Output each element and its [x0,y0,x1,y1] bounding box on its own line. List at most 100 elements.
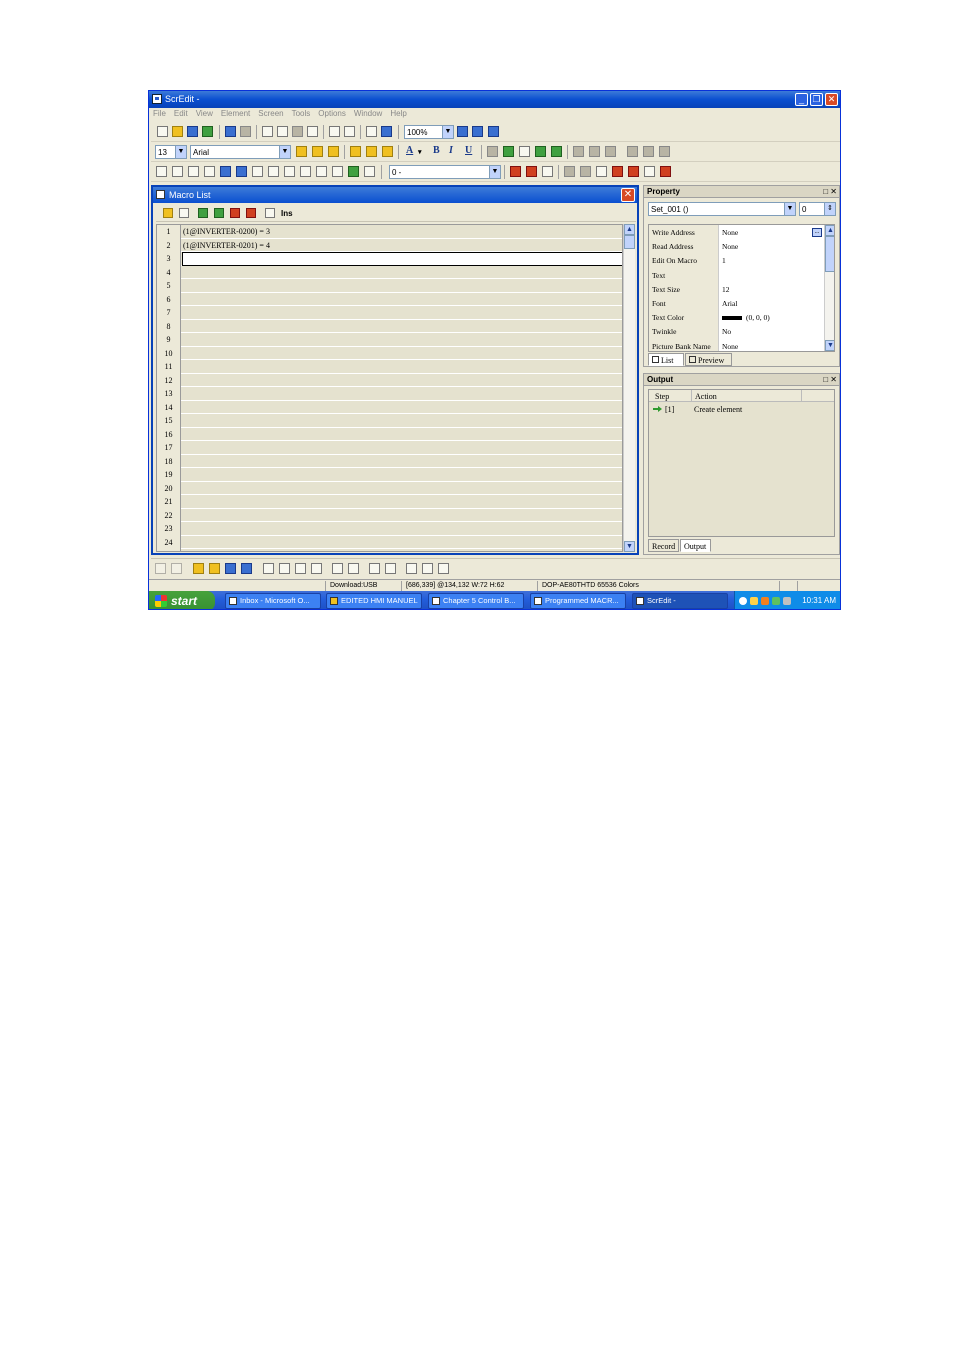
index-stepper[interactable]: 0 ⇕ [799,202,836,216]
macro-line-cell[interactable] [182,374,622,388]
property-row[interactable]: Text Color (0, 0, 0) [649,310,824,324]
zoom-in-icon[interactable] [457,126,468,137]
table-row[interactable]: 24 [157,535,622,549]
font-size-select[interactable]: 13 ▼ [155,145,187,159]
input-element-icon[interactable] [300,166,311,177]
macro-line-cell[interactable] [182,522,622,536]
cut-icon[interactable] [262,126,273,137]
macro-line-cell[interactable] [182,266,622,280]
save-icon[interactable] [187,126,198,137]
download-icon[interactable] [612,166,623,177]
column-action[interactable]: Action [695,392,717,401]
macro-line-cell[interactable] [182,252,622,266]
italic-button[interactable]: I [449,145,453,156]
scroll-thumb[interactable] [624,235,635,249]
table-row[interactable]: 4 [157,265,622,280]
window-icon[interactable] [344,126,355,137]
space-vertical-icon[interactable] [422,563,433,574]
taskbar-item-chapter5[interactable]: Chapter 5 Control B... [428,593,524,609]
menu-window[interactable]: Window [350,108,386,119]
open-folder-icon[interactable] [172,126,183,137]
upload-icon[interactable] [628,166,639,177]
close-button[interactable]: ✕ [825,93,838,106]
send-backward-icon[interactable] [241,563,252,574]
chevron-down-icon[interactable]: ▼ [489,166,500,178]
chevron-down-icon[interactable]: ▼ [442,126,453,138]
grid-icon[interactable] [438,563,449,574]
tray-arrow-icon[interactable] [739,597,747,605]
align-left-icon[interactable] [263,563,274,574]
display-element-icon[interactable] [284,166,295,177]
property-scrollbar[interactable]: ▲ ▼ [824,225,834,351]
table-row[interactable]: 14 [157,400,622,414]
delete-row-icon[interactable] [230,208,240,218]
menu-edit[interactable]: Edit [170,108,192,119]
table-row[interactable]: 7 [157,306,622,320]
next-screen-icon[interactable] [580,166,591,177]
table-row[interactable]: 5 [157,279,622,293]
property-row[interactable]: Edit On Macro 1 [649,253,824,267]
property-value[interactable]: None [722,242,822,251]
same-width-icon[interactable] [369,563,380,574]
group-icon[interactable] [155,563,166,574]
table-row[interactable]: 20 [157,481,622,495]
align-center-icon[interactable] [312,146,323,157]
property-row[interactable]: Write Address None [649,225,824,239]
macro-grid[interactable]: 1 (1@INVERTER-0200) = 3 2 (1@INVERTER-0201)… [156,224,623,552]
underline-button[interactable]: U [465,145,472,156]
panel-window-buttons[interactable]: □ ✕ [823,374,837,385]
pen-icon[interactable] [487,146,498,157]
rotate-icon[interactable] [551,146,562,157]
word-icon[interactable] [526,166,537,177]
output-table[interactable]: Step Action [1] Create element [648,389,835,537]
taskbar-item-scredit[interactable]: ScrEdit - [632,593,728,609]
transfer-icon[interactable] [660,166,671,177]
keypad-element-icon[interactable] [364,166,375,177]
run-icon[interactable] [381,126,392,137]
spin-icon[interactable]: ⇕ [824,203,835,215]
property-table[interactable]: Write Address None Read Address None Edit On… [648,224,835,352]
property-value[interactable]: (0, 0, 0) [722,313,822,322]
macro-scrollbar[interactable]: ▲ ▼ [623,224,635,552]
macro-line-cell[interactable] [182,360,622,374]
macro-line-cell[interactable]: (1@INVERTER-0201) = 4 [182,239,622,253]
chevron-down-icon[interactable]: ▼ [279,146,290,158]
bring-front-icon[interactable] [193,563,204,574]
layout-icon[interactable] [605,146,616,157]
ungroup-icon[interactable] [171,563,182,574]
menu-tools[interactable]: Tools [288,108,315,119]
circle-element-icon[interactable] [236,166,247,177]
macro-close-button[interactable]: ✕ [621,188,635,202]
previous-screen-icon[interactable] [564,166,575,177]
title-bar[interactable]: ScrEdit - _ ❐ ✕ [149,91,840,108]
meter-element-icon[interactable] [220,166,231,177]
delete-icon[interactable] [246,208,256,218]
table-row[interactable]: 13 [157,387,622,401]
align-right-icon[interactable] [279,563,290,574]
zoom-select[interactable]: 100% ▼ [404,125,454,139]
find-icon[interactable] [307,126,318,137]
tab-preview[interactable]: Preview [685,353,732,366]
align-middle-icon[interactable] [366,146,377,157]
object-select[interactable]: Set_001 () ▼ [648,202,796,216]
save-icon[interactable] [179,208,189,218]
align-top-icon[interactable] [350,146,361,157]
network-icon[interactable] [772,597,780,605]
table-row[interactable]: 10 [157,346,622,360]
macro-line-cell[interactable] [182,306,622,320]
macro-title-bar[interactable]: Macro List ✕ [153,187,637,203]
align-top-icon[interactable] [295,563,306,574]
center-horizontal-icon[interactable] [332,563,343,574]
table-row[interactable]: 6 [157,292,622,306]
screen-select[interactable]: 0 - ▼ [389,165,501,179]
space-horizontal-icon[interactable] [406,563,417,574]
table-element-icon[interactable] [332,166,343,177]
zoom-out-icon[interactable] [472,126,483,137]
layout-icon[interactable] [573,146,584,157]
macro-line-cell[interactable] [182,333,622,347]
taskbar-item-inbox[interactable]: Inbox - Microsoft O... [225,593,321,609]
tray-app-icon[interactable] [761,597,769,605]
menu-help[interactable]: Help [386,108,410,119]
table-row[interactable]: 12 [157,373,622,388]
screen-icon[interactable] [329,126,340,137]
